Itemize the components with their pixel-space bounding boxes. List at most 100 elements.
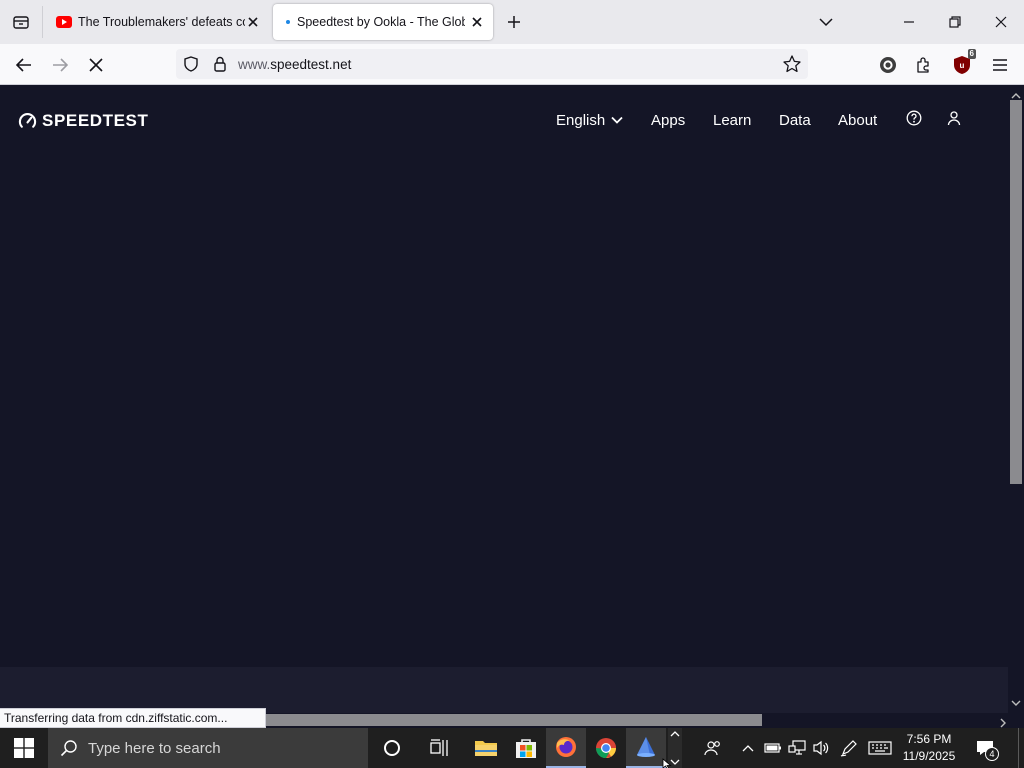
- nav-apps-link[interactable]: Apps: [651, 109, 685, 131]
- logo-text: SPEEDTEST: [42, 111, 149, 130]
- people-button[interactable]: [700, 728, 726, 768]
- lock-icon[interactable]: [212, 55, 228, 78]
- vertical-scroll-thumb[interactable]: [1010, 100, 1022, 484]
- clock-time: 7:56 PM: [906, 732, 952, 746]
- url-domain: speedtest.net: [270, 57, 352, 72]
- touch-keyboard-button[interactable]: [866, 728, 894, 768]
- restore-button[interactable]: [932, 0, 978, 44]
- microsoft-store-button[interactable]: [506, 728, 546, 768]
- action-center-button[interactable]: 4: [968, 728, 1002, 768]
- notification-count-badge: 4: [985, 747, 999, 761]
- speedometer-icon: [18, 112, 37, 131]
- speedtest-logo[interactable]: SPEEDTEST: [18, 111, 148, 131]
- url-text[interactable]: www.speedtest.net: [238, 57, 351, 72]
- file-explorer-button[interactable]: [466, 728, 506, 768]
- youtube-icon: [56, 14, 72, 30]
- tracking-protection-shield-icon[interactable]: [182, 55, 200, 78]
- tab-speedtest[interactable]: Speedtest by Ookla - The Global: [273, 4, 493, 40]
- show-hidden-icons-button[interactable]: [738, 728, 758, 768]
- cortana-button[interactable]: [372, 728, 412, 768]
- close-window-button[interactable]: [978, 0, 1024, 44]
- list-all-tabs-button[interactable]: [814, 10, 838, 34]
- cortana-ring-icon: [384, 740, 400, 756]
- vertical-scrollbar[interactable]: [1008, 86, 1024, 713]
- user-icon: [947, 111, 961, 126]
- stop-loading-button[interactable]: [81, 50, 111, 80]
- language-label: English: [556, 111, 606, 129]
- hamburger-menu-icon: [993, 59, 1007, 71]
- app-taskbar-button[interactable]: [626, 728, 666, 768]
- account-button[interactable]: [946, 110, 962, 126]
- close-tab-icon[interactable]: [245, 14, 261, 30]
- extensions-button[interactable]: [911, 52, 937, 78]
- ublock-badge: 6: [967, 49, 976, 59]
- mouse-cursor-icon: [662, 758, 672, 768]
- speedtest-page: SPEEDTEST English Apps Learn Data About: [0, 86, 1008, 713]
- app-menu-button[interactable]: [987, 52, 1013, 78]
- network-icon: [788, 740, 806, 755]
- tab-title: The Troublemakers' defeats com: [78, 15, 245, 29]
- store-bag-icon: [516, 739, 536, 758]
- speaker-icon: [813, 740, 829, 756]
- plus-icon: [508, 16, 520, 28]
- windows-logo-icon: [14, 738, 34, 758]
- new-tab-button[interactable]: [502, 10, 526, 34]
- firefox-view-icon: [13, 16, 29, 29]
- stop-icon: [89, 58, 103, 72]
- start-button[interactable]: [0, 728, 48, 768]
- battery-icon: [764, 743, 781, 753]
- nav-learn-link[interactable]: Learn: [713, 109, 751, 131]
- question-circle-icon: [906, 110, 922, 126]
- extension-o-button[interactable]: [875, 52, 901, 78]
- chrome-icon: [596, 738, 616, 759]
- chevron-down-icon: [611, 116, 623, 124]
- volume-button[interactable]: [810, 728, 832, 768]
- nav-data-link[interactable]: Data: [779, 109, 811, 131]
- battery-button[interactable]: [762, 728, 784, 768]
- pen-icon: [840, 740, 857, 757]
- people-icon: [704, 741, 720, 756]
- keyboard-icon: [868, 741, 892, 755]
- tab-strip: The Troublemakers' defeats com Speedtest…: [0, 0, 1024, 44]
- task-view-button[interactable]: [420, 728, 460, 768]
- chevron-down-icon: [819, 18, 833, 27]
- firefox-view-button[interactable]: [0, 0, 42, 44]
- taskbar-clock[interactable]: 7:56 PM 11/9/2025: [898, 731, 960, 765]
- forward-button[interactable]: [45, 50, 75, 80]
- search-icon: [60, 739, 78, 757]
- firefox-icon: [556, 737, 576, 757]
- page-bottom-band: [0, 667, 1008, 713]
- windows-taskbar: Type here to search 7:56 PM 11/9/2025 4: [0, 728, 1024, 768]
- language-selector[interactable]: English: [556, 109, 623, 131]
- chrome-taskbar-button[interactable]: [586, 728, 626, 768]
- folder-icon: [475, 741, 497, 756]
- address-bar[interactable]: www.speedtest.net: [176, 49, 808, 79]
- url-prefix: www.: [238, 57, 271, 72]
- svg-text:u: u: [960, 61, 965, 70]
- taskbar-search-box[interactable]: Type here to search: [48, 728, 368, 768]
- nav-about-link[interactable]: About: [838, 109, 877, 131]
- pen-workspace-button[interactable]: [838, 728, 860, 768]
- minimize-button[interactable]: [886, 0, 932, 44]
- bookmark-star-icon[interactable]: [782, 54, 802, 79]
- tab-separator: [42, 6, 43, 38]
- clock-date: 11/9/2025: [902, 749, 956, 763]
- minimize-icon: [904, 21, 914, 23]
- status-panel: Transferring data from cdn.ziffstatic.co…: [0, 708, 267, 728]
- close-tab-icon[interactable]: [469, 14, 485, 30]
- network-button[interactable]: [786, 728, 808, 768]
- arrow-left-icon: [16, 58, 31, 72]
- scroll-down-arrow-icon[interactable]: [1011, 694, 1021, 712]
- tab-title: Speedtest by Ookla - The Global: [297, 15, 465, 29]
- firefox-taskbar-button[interactable]: [546, 728, 586, 768]
- chevron-up-icon[interactable]: [670, 731, 680, 737]
- extension-o-icon: [880, 57, 896, 73]
- ublock-origin-button[interactable]: u 6: [949, 49, 976, 78]
- chevron-up-icon: [742, 745, 754, 752]
- help-button[interactable]: [906, 110, 922, 126]
- back-button[interactable]: [9, 50, 39, 80]
- tab-youtube[interactable]: The Troublemakers' defeats com: [44, 4, 269, 40]
- show-desktop-button[interactable]: [1018, 728, 1024, 768]
- navigation-toolbar: www.speedtest.net u 6: [0, 44, 1024, 85]
- search-placeholder: Type here to search: [88, 739, 221, 757]
